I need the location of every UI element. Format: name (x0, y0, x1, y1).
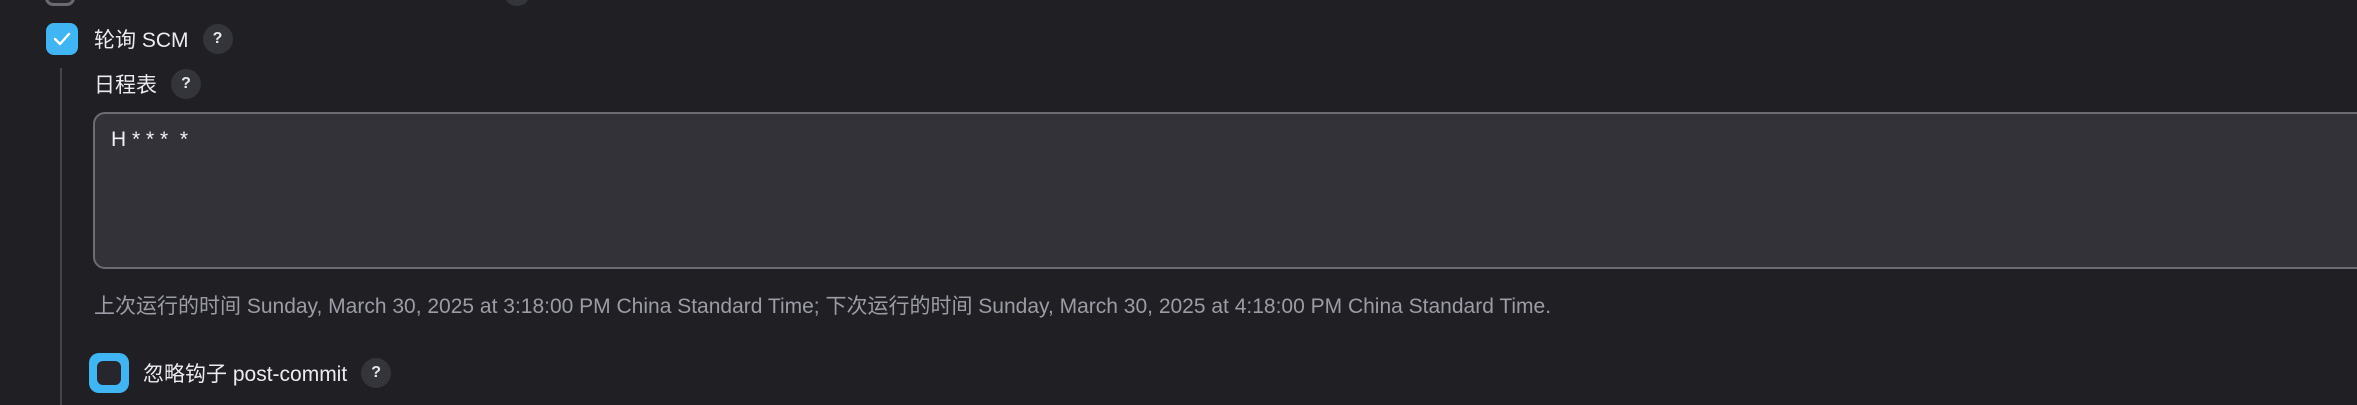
schedule-label-row: 日程表 ? (94, 69, 201, 99)
poll-scm-row: 轮询 SCM ? (46, 23, 233, 55)
checkmark-icon (53, 32, 71, 46)
page: 轮询 SCM ? 日程表 ? H * * * * 上次运行的时间 Sunday,… (0, 0, 2357, 405)
ignore-post-commit-checkbox[interactable] (89, 353, 129, 393)
poll-scm-label: 轮询 SCM (94, 29, 189, 52)
ignore-post-commit-row: 忽略钩子 post-commit ? (89, 353, 392, 393)
nested-options-guide-line (60, 68, 62, 405)
previous-option-help-icon[interactable] (505, 0, 529, 6)
previous-option-checkbox[interactable] (45, 0, 75, 6)
schedule-help-icon[interactable]: ? (171, 69, 201, 99)
schedule-textarea[interactable]: H * * * * (93, 112, 2357, 269)
poll-scm-checkbox[interactable] (46, 23, 78, 55)
ignore-post-commit-label: 忽略钩子 post-commit (143, 363, 348, 386)
schedule-label: 日程表 (94, 74, 157, 97)
ignore-post-commit-help-icon[interactable]: ? (361, 358, 392, 388)
poll-scm-help-icon[interactable]: ? (202, 24, 233, 54)
schedule-run-info: 上次运行的时间 Sunday, March 30, 2025 at 3:18:0… (94, 295, 1552, 318)
checkbox-inner (97, 361, 121, 385)
